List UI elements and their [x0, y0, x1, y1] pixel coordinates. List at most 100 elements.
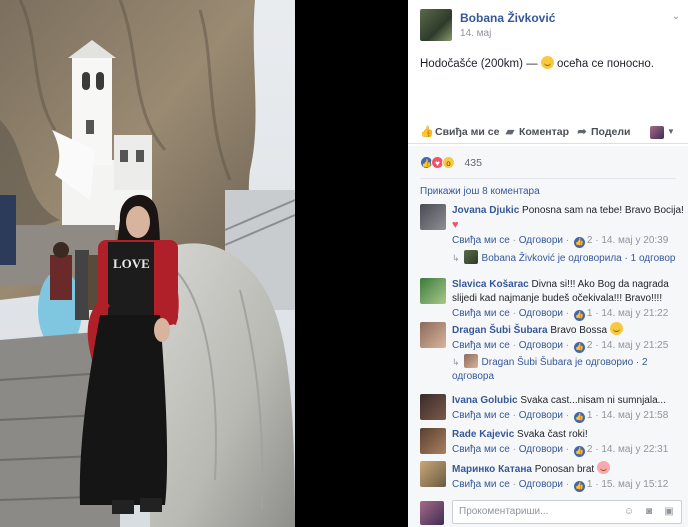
reactions-summary[interactable]: 👍 ♥ o 435: [420, 154, 482, 170]
comment-time[interactable]: 14. мај у 22:31: [601, 444, 668, 455]
comment-meta: Свиђа ми се · Одговори · 👍 2 · 14. мај у …: [452, 340, 669, 353]
comment-text: Ponosan brat: [534, 464, 595, 475]
like-badge-icon: 👍: [573, 481, 585, 492]
comment-like-count[interactable]: 1: [587, 479, 593, 490]
comment-like-link[interactable]: Свиђа ми се: [452, 340, 510, 351]
comment-like-count[interactable]: 1: [587, 308, 593, 319]
reaction-count[interactable]: 435: [464, 157, 482, 169]
commenter-avatar[interactable]: [420, 394, 446, 420]
post-header: Bobana Živković 14. мај ⌄: [420, 9, 682, 43]
post-timestamp[interactable]: 14. мај: [460, 28, 491, 39]
comment-reply-link[interactable]: Одговори: [519, 340, 563, 351]
speech-bubble-icon: ▰: [505, 126, 515, 138]
comment-meta: Свиђа ми се · Одговори · 👍 2 · 14. мај у …: [452, 235, 669, 248]
comment-input[interactable]: Прокоментариши... ☺ ◙ ▣: [452, 500, 682, 524]
commenter-avatar[interactable]: [420, 428, 446, 454]
wow-reaction-icon: o: [442, 156, 455, 170]
commenter-name[interactable]: Rade Kajevic: [452, 429, 514, 440]
comment-like-count[interactable]: 1: [587, 410, 593, 421]
like-badge-icon: 👍: [573, 237, 585, 248]
comment-like-count[interactable]: 2: [587, 340, 593, 351]
view-more-comments-link[interactable]: Прикажи још 8 коментара: [420, 186, 540, 197]
like-badge-icon: 👍: [573, 342, 585, 353]
comment-text: Ponosna sam na tebe! Bravo Bocija!: [522, 205, 684, 216]
author-name[interactable]: Bobana Živković: [460, 11, 555, 25]
reply-count: 1 одговор: [630, 253, 676, 264]
comment-like-link[interactable]: Свиђа ми се: [452, 410, 510, 421]
commenter-name[interactable]: Маринко Катана: [452, 464, 532, 475]
comment-reply-link[interactable]: Одговори: [519, 308, 563, 319]
thumbs-up-icon: 👍: [420, 126, 434, 138]
comment-reply-link[interactable]: Одговори: [519, 410, 563, 421]
comment-like-link[interactable]: Свиђа ми се: [452, 235, 510, 246]
like-badge-icon: 👍: [573, 310, 585, 321]
comment-button[interactable]: ▰ Коментар: [504, 125, 569, 138]
post-text: Hodočašće (200km) — осећа се поносно.: [420, 56, 654, 70]
camera-icon[interactable]: ◙: [643, 506, 655, 518]
emoji-icon[interactable]: ☺: [623, 506, 635, 518]
divider: [420, 178, 676, 179]
like-button[interactable]: 👍Свиђа ми се: [420, 125, 499, 138]
comment-time[interactable]: 14. мај у 21:58: [601, 410, 668, 421]
photo-viewer: LOVE Bobana Živković 14. мај ⌄ Hodočašće…: [0, 0, 688, 527]
caret-down-icon[interactable]: ▼: [667, 127, 675, 136]
smile-emoji-icon: [540, 56, 554, 69]
post-photo[interactable]: LOVE: [0, 0, 295, 527]
comment-button-label: Коментар: [519, 126, 570, 138]
replier-avatar: [463, 354, 478, 368]
comment-body: Dragan Šubi Šubara Bravo Bossa Свиђа ми …: [452, 322, 684, 353]
comment-body: Маринко Катана Ponosan brat Свиђа ми се …: [452, 461, 684, 492]
comment-like-link[interactable]: Свиђа ми се: [452, 479, 510, 490]
comment-body: Ivana Golubic Svaka cast...nisam ni sumn…: [452, 394, 684, 423]
commenter-avatar[interactable]: [420, 322, 446, 348]
chevron-down-icon[interactable]: ⌄: [672, 11, 680, 22]
comments-section: 👍 ♥ o 435 Прикажи још 8 коментара Jovana D…: [408, 146, 688, 527]
comment-body: Jovana Djukic Ponosna sam na tebe! Bravo…: [452, 204, 684, 248]
share-button[interactable]: ➦ Подели: [576, 125, 630, 138]
commenter-avatar[interactable]: [420, 278, 446, 304]
comment-like-count[interactable]: 2: [587, 235, 593, 246]
kiss-emoji-icon: [596, 461, 610, 474]
author-avatar[interactable]: [420, 9, 452, 41]
photo-stage[interactable]: LOVE: [0, 0, 408, 527]
reply-arrow-icon: ↳: [452, 253, 460, 263]
commenter-name[interactable]: Jovana Djukic: [452, 205, 519, 216]
commenter-avatar[interactable]: [420, 461, 446, 487]
reply-arrow-icon: ↳: [452, 357, 460, 367]
commenter-name[interactable]: Dragan Šubi Šubara: [452, 325, 548, 336]
comment-reply-link[interactable]: Одговори: [519, 444, 563, 455]
reply-summary[interactable]: ↳ Bobana Živković је одговорила · 1 одгов…: [452, 250, 682, 266]
post-panel: Bobana Živković 14. мај ⌄ Hodočašće (200…: [408, 0, 688, 527]
comment-meta: Свиђа ми се · Одговори · 👍 1 · 14. мај у …: [452, 410, 669, 423]
comment-body: Slavica Košarac Divna si!!! Ako Bog da n…: [452, 278, 684, 321]
reacting-as-avatar[interactable]: [650, 126, 664, 139]
comment-reply-link[interactable]: Одговори: [519, 479, 563, 490]
my-avatar: [420, 501, 444, 525]
heart-emoji-icon: ♥: [452, 219, 459, 231]
replier-avatar: [463, 250, 478, 264]
commenter-avatar[interactable]: [420, 204, 446, 230]
comment-like-link[interactable]: Свиђа ми се: [452, 308, 510, 319]
reply-summary[interactable]: ↳ Dragan Šubi Šubara је одговорио · 2 одг…: [452, 354, 682, 384]
post-action-bar: 👍Свиђа ми се ▰ Коментар ➦ Подели ▼: [408, 122, 688, 144]
share-arrow-icon: ➦: [577, 126, 587, 138]
like-button-label: Свиђа ми се: [435, 126, 500, 138]
commenter-name[interactable]: Ivana Golubic: [452, 395, 518, 406]
comment-like-link[interactable]: Свиђа ми се: [452, 444, 510, 455]
comment-time[interactable]: 14. мај у 21:25: [601, 340, 668, 351]
share-button-label: Подели: [591, 126, 631, 138]
comment-time[interactable]: 15. мај у 15:12: [601, 479, 668, 490]
smile-emoji-icon: [609, 322, 623, 335]
comment-like-count[interactable]: 2: [587, 444, 593, 455]
comment-reply-link[interactable]: Одговори: [519, 235, 563, 246]
commenter-name[interactable]: Slavica Košarac: [452, 279, 529, 290]
reply-summary-text: Bobana Živković је одговорила: [481, 253, 622, 264]
comment-time[interactable]: 14. мај у 20:39: [601, 235, 668, 246]
comment-text: Bravo Bossa: [550, 325, 608, 336]
like-badge-icon: 👍: [573, 412, 585, 423]
comment-body: Rade Kajevic Svaka čast roki! Свиђа ми с…: [452, 428, 684, 457]
comment-text: Svaka cast...nisam ni sumnjala...: [520, 395, 666, 406]
comment-time[interactable]: 14. мај у 21:22: [601, 308, 668, 319]
sticker-icon[interactable]: ▣: [663, 506, 675, 518]
photo-illustration: LOVE: [0, 0, 295, 527]
